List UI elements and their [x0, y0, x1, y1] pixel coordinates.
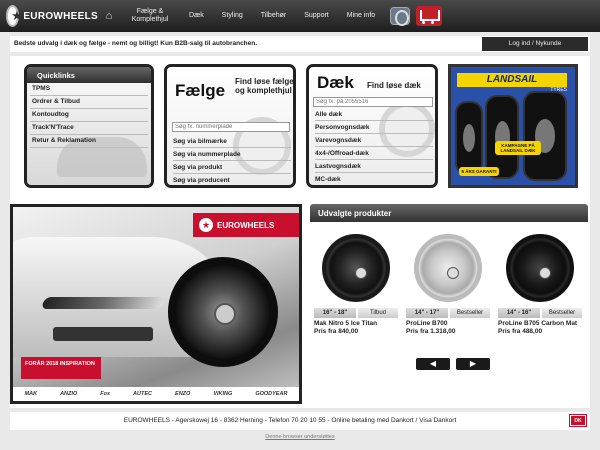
- product-status-badge: Bestseller: [542, 308, 582, 318]
- car-grill: [53, 327, 153, 341]
- hero-banner[interactable]: ★ EUROWHEELS FORÅR 2018 INSPIRATION MAK …: [10, 204, 302, 404]
- product-size: 14" - 17": [406, 308, 448, 318]
- cart-icon[interactable]: [416, 6, 443, 26]
- dankort-icon: DK: [569, 414, 587, 427]
- brand-logo: GOODYEAR: [255, 391, 288, 397]
- nav-accessories[interactable]: Tilbehør: [252, 12, 295, 20]
- product-card[interactable]: 14" - 17" Bestseller ProLine B700 Pris f…: [406, 228, 494, 338]
- nav-my-info[interactable]: Mine info: [338, 12, 384, 20]
- product-card[interactable]: 14" - 16" Bestseller ProLine B705 Carbon…: [498, 228, 586, 338]
- subheader: Bedste udvalg i dæk og fælge - nemt og b…: [10, 36, 590, 52]
- brand-strip: MAK ANZIO Fox AUTEC ENZO VIKING GOODYEAR: [13, 387, 299, 401]
- landsail-ad-banner[interactable]: LANDSAIL TYRES KAMPAGNE PÅ LANDSAIL DÆK …: [448, 64, 578, 188]
- quicklinks-panel: Quicklinks TPMS Ordrer & Tilbud Kontoudt…: [24, 64, 154, 188]
- hero-logo-text: EUROWHEELS: [217, 220, 275, 230]
- quicklink-track-trace[interactable]: Track'N'Trace: [30, 122, 148, 135]
- product-size: 16" - 18": [314, 308, 356, 318]
- login-button[interactable]: Log ind / Nykunde: [482, 37, 588, 51]
- ad-tire-image: [523, 91, 567, 181]
- hero-tag: FORÅR 2018 INSPIRATION: [21, 357, 101, 379]
- product-name[interactable]: ProLine B700: [406, 320, 494, 327]
- footer-contact: EUROWHEELS - Agerskowej 16 - 8362 Hernin…: [123, 417, 457, 424]
- nav-support[interactable]: Support: [295, 12, 338, 20]
- quicklink-tpms[interactable]: TPMS: [30, 83, 148, 96]
- brand-logo: AUTEC: [133, 391, 152, 397]
- products-title: Udvalgte produkter: [310, 204, 588, 222]
- tires-search-input[interactable]: [313, 97, 433, 107]
- featured-products: Udvalgte produkter 16" - 18" Tilbud Mak …: [310, 204, 588, 404]
- product-rim-image: [506, 234, 574, 302]
- brand-logo: ANZIO: [60, 391, 78, 397]
- product-status-badge: Tilbud: [358, 308, 398, 318]
- rims-description: Find løse fælge og komplethjul: [235, 77, 294, 95]
- tires-panel: Dæk Find løse dæk Alle dæk Personvognsdæ…: [306, 64, 438, 188]
- main-content: Quicklinks TPMS Ordrer & Tilbud Kontoudt…: [10, 56, 590, 408]
- product-name[interactable]: Mak Nitro 5 Ice Titan: [314, 320, 402, 327]
- product-name[interactable]: ProLine B705 Carbon Mat: [498, 320, 586, 327]
- ad-tire-image: [455, 101, 483, 175]
- tires-option-truck[interactable]: Lastvognsdæk: [315, 163, 433, 173]
- tires-option-car[interactable]: Personvognsdæk: [315, 124, 433, 134]
- rims-option-product[interactable]: Søg via produkt: [173, 164, 291, 174]
- rims-option-manufacturer[interactable]: Søg via producent: [173, 177, 291, 185]
- product-price: Pris fra 840,00: [314, 328, 359, 335]
- logo[interactable]: EUROWHEELS: [6, 5, 98, 27]
- product-price: Pris fra 1.318,00: [406, 328, 456, 335]
- browser-support-link[interactable]: Denne browser understøttes: [0, 434, 600, 440]
- tires-option-mc[interactable]: MC-dæk: [315, 176, 433, 185]
- nav-rims[interactable]: Fælge & Komplethjul: [120, 8, 180, 24]
- brand-logo: ENZO: [175, 391, 191, 397]
- quicklinks-title: Quicklinks: [27, 67, 151, 83]
- car-headlight: [40, 297, 166, 309]
- brand-logo: Fox: [100, 391, 111, 397]
- quicklink-orders[interactable]: Ordrer & Tilbud: [30, 96, 148, 109]
- tires-option-offroad[interactable]: 4x4-/Offroad-dæk: [315, 150, 433, 160]
- top-navigation: EUROWHEELS ⌂ Fælge & Komplethjul Dæk Sty…: [0, 0, 600, 32]
- product-price: Pris fra 488,00: [498, 328, 543, 335]
- brand-logo: VIKING: [213, 391, 233, 397]
- brand-logo: MAK: [24, 391, 38, 397]
- product-card[interactable]: 16" - 18" Tilbud Mak Nitro 5 Ice Titan P…: [314, 228, 402, 338]
- tire-icon[interactable]: [390, 7, 411, 26]
- wheel-logo-icon: ★: [199, 218, 213, 232]
- rims-title: Fælge: [175, 81, 226, 100]
- tagline: Bedste udvalg i dæk og fælge - nemt og b…: [14, 40, 258, 47]
- home-icon[interactable]: ⌂: [98, 10, 120, 22]
- tires-option-all[interactable]: Alle dæk: [315, 111, 433, 121]
- product-status-badge: Bestseller: [450, 308, 490, 318]
- rims-option-brand[interactable]: Søg via bilmærke: [173, 138, 291, 148]
- logo-text: EUROWHEELS: [23, 10, 98, 22]
- nav-styling[interactable]: Styling: [213, 12, 252, 20]
- nav-tires[interactable]: Dæk: [180, 12, 213, 20]
- tires-description: Find løse dæk: [367, 81, 421, 90]
- wheel-logo-icon: [6, 5, 27, 27]
- prev-arrow-icon[interactable]: ◀: [416, 358, 450, 370]
- footer: EUROWHEELS - Agerskowej 16 - 8362 Hernin…: [10, 412, 590, 430]
- product-size: 14" - 16": [498, 308, 540, 318]
- ad-warranty-badge: 5 ÅRS GARANTI: [459, 167, 499, 176]
- quicklink-statement[interactable]: Kontoudtog: [30, 109, 148, 122]
- product-rim-image: [322, 234, 390, 302]
- ad-campaign-badge: KAMPAGNE PÅ LANDSAIL DÆK: [495, 141, 541, 155]
- product-rim-image: [414, 234, 482, 302]
- tires-title: Dæk: [317, 73, 354, 92]
- ad-brand: LANDSAIL: [457, 73, 567, 87]
- rim-image: [168, 257, 278, 367]
- rims-panel: Fælge Find løse fælge og komplethjul Søg…: [164, 64, 296, 188]
- hero-logo: ★ EUROWHEELS: [193, 213, 299, 237]
- next-arrow-icon[interactable]: ▶: [456, 358, 490, 370]
- rims-option-plate[interactable]: Søg via nummerplade: [173, 151, 291, 161]
- quicklink-returns[interactable]: Retur & Reklamation: [30, 135, 148, 148]
- tires-option-van[interactable]: Varevognsdæk: [315, 137, 433, 147]
- rims-search-input[interactable]: [172, 122, 290, 132]
